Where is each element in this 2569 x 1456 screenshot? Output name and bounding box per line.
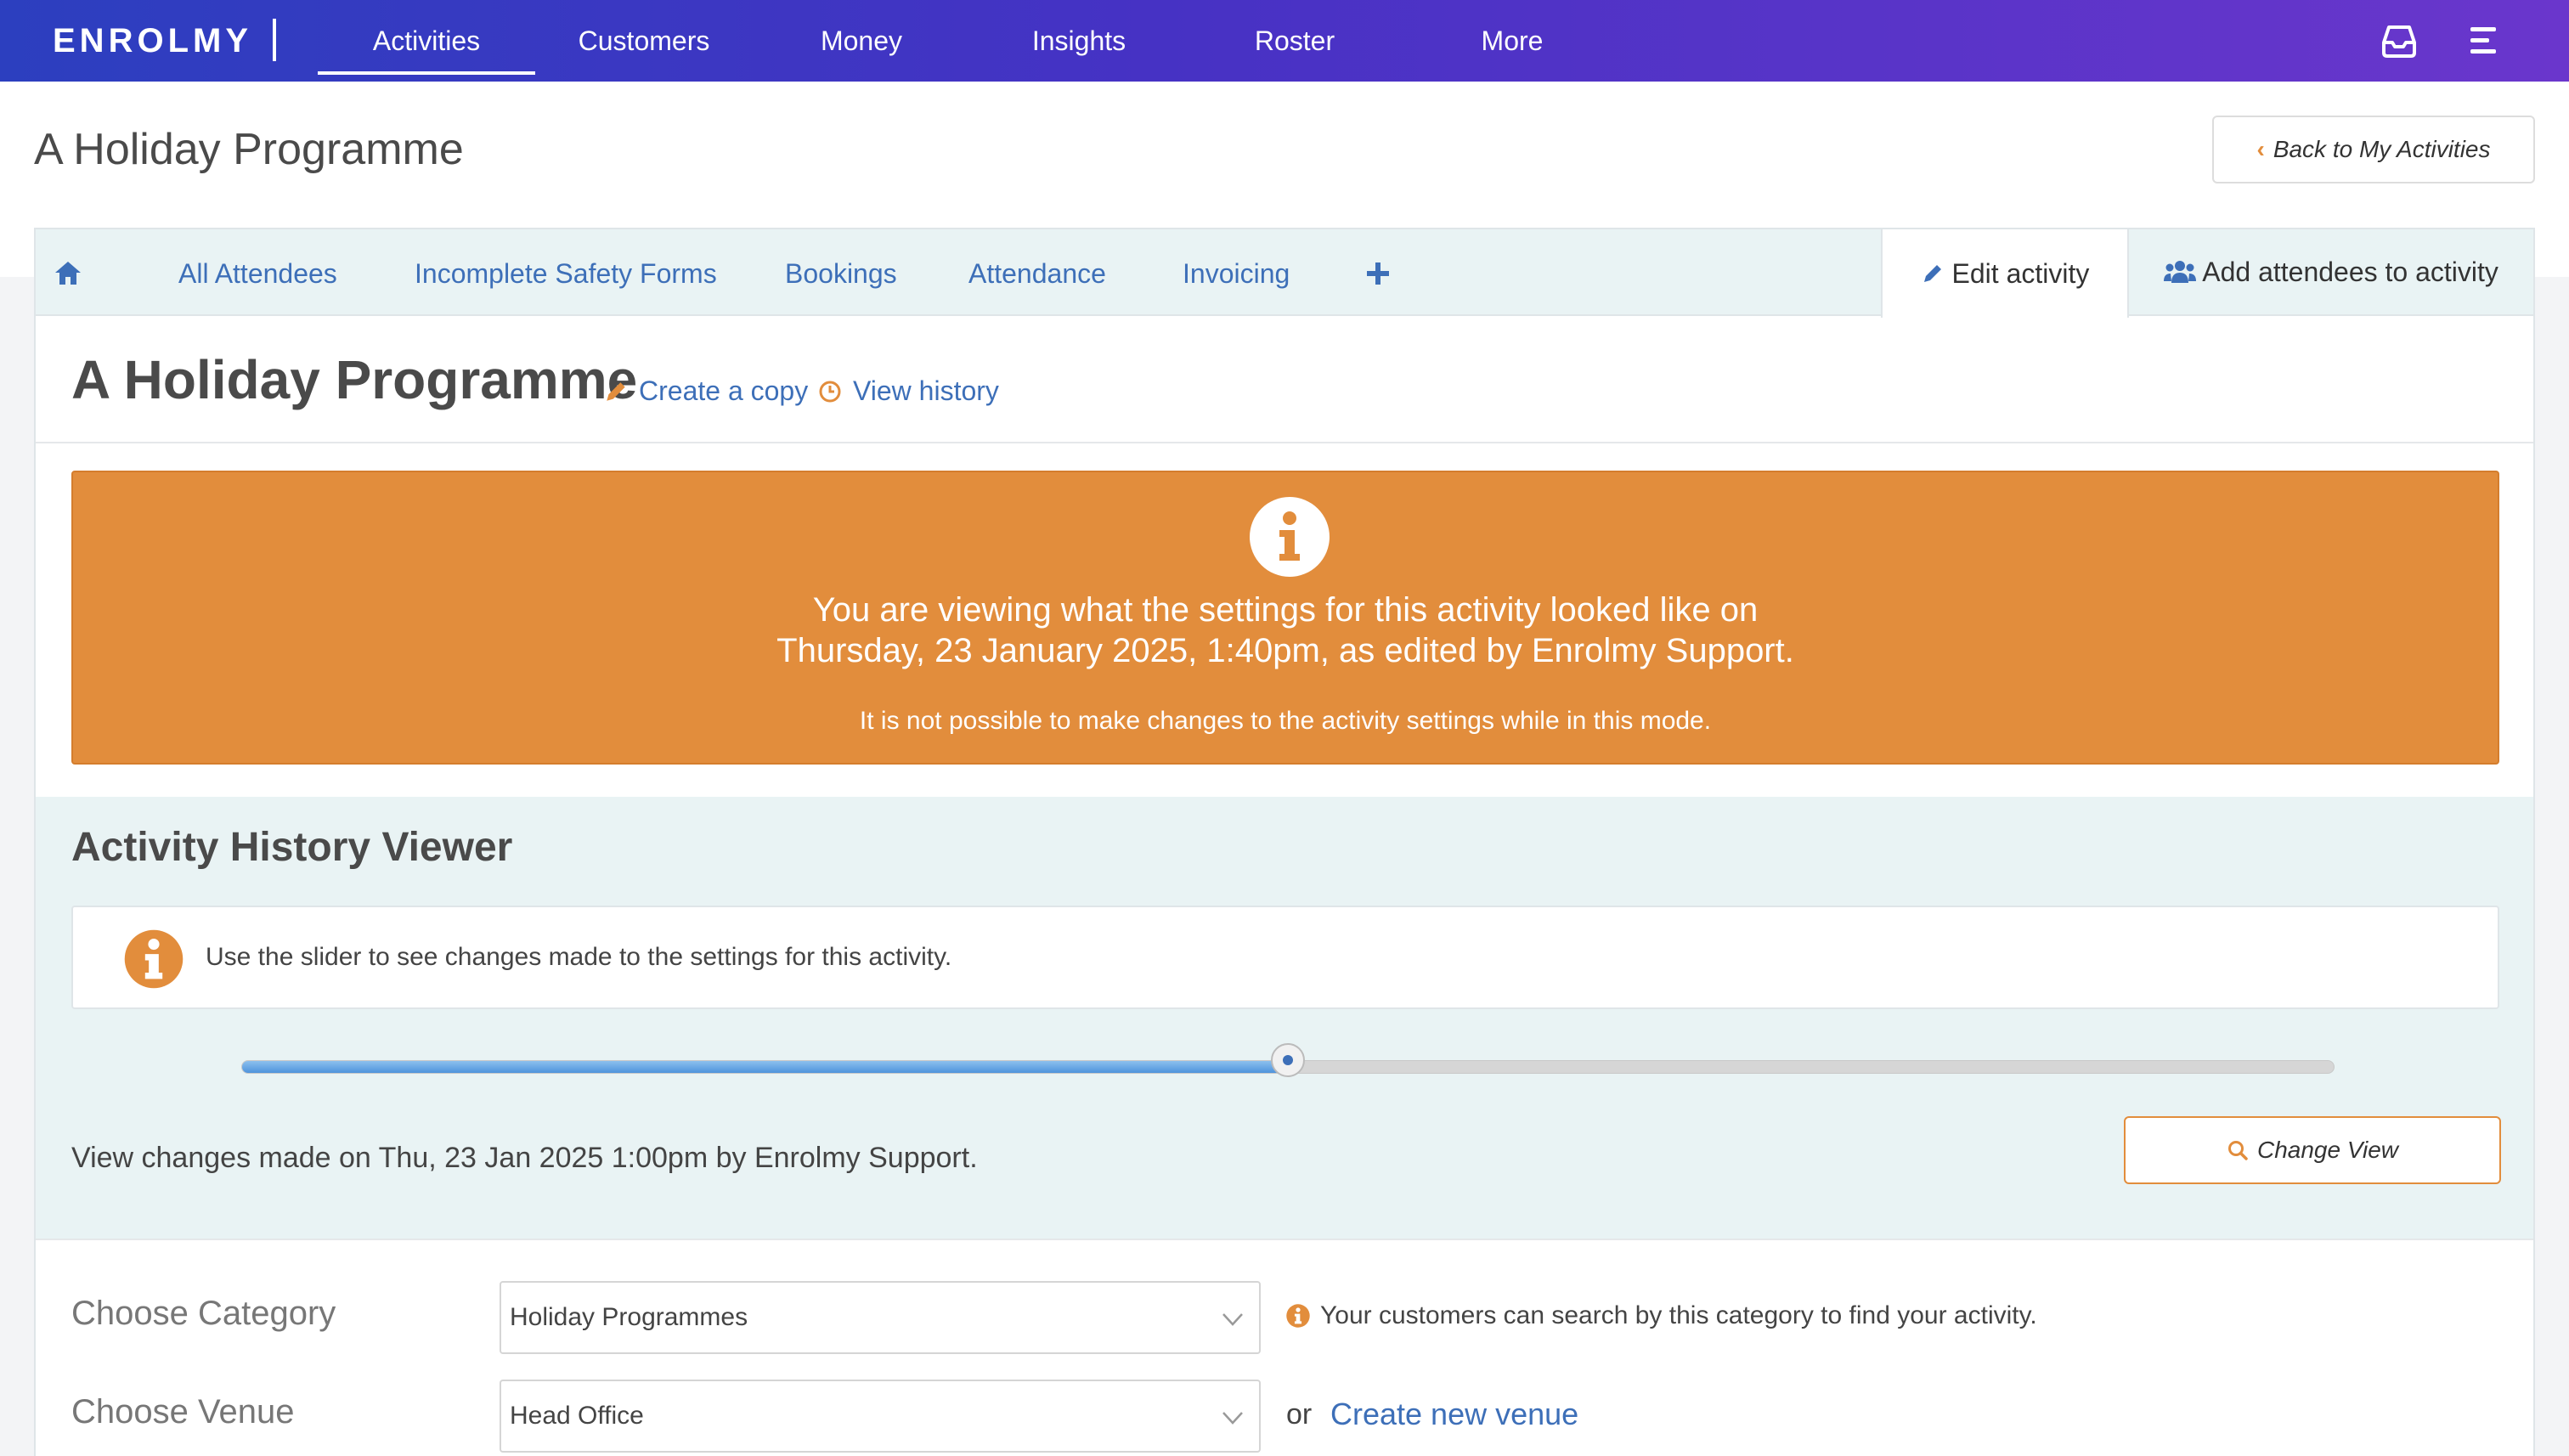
tab-all-attendees[interactable]: All Attendees (178, 229, 337, 316)
activity-panel: All Attendees Incomplete Safety Forms Bo… (34, 228, 2535, 1456)
top-nav-bar: ENROLMY Activities Customers Money Insig… (0, 0, 2569, 82)
venue-select[interactable]: Head Office (500, 1380, 1261, 1453)
menu-icon[interactable] (2464, 20, 2504, 61)
clock-icon (819, 381, 841, 402)
view-history-label: View history (853, 375, 999, 406)
create-new-venue-link[interactable]: Create new venue (1330, 1397, 1578, 1432)
back-to-activities-button[interactable]: ‹ Back to My Activities (2212, 116, 2535, 183)
history-slider-fill (242, 1061, 1289, 1073)
category-selected-value: Holiday Programmes (510, 1303, 748, 1331)
category-hint: Your customers can search by this catego… (1286, 1301, 2037, 1330)
history-viewer-title: Activity History Viewer (71, 825, 513, 870)
info-icon (1286, 1304, 1310, 1328)
logo-divider (273, 19, 276, 61)
chevron-down-icon (1222, 1412, 1243, 1425)
category-select[interactable]: Holiday Programmes (500, 1281, 1261, 1354)
alert-message-line-2: Thursday, 23 January 2025, 1:40pm, as ed… (776, 632, 1794, 669)
category-label: Choose Category (71, 1295, 336, 1332)
nav-insights[interactable]: Insights (982, 0, 1176, 82)
tab-add-attendees[interactable]: Add attendees to activity (2129, 228, 2533, 316)
info-icon (1250, 497, 1330, 577)
history-slider-handle[interactable] (1271, 1043, 1305, 1077)
pencil-icon (607, 381, 625, 401)
tab-invoicing[interactable]: Invoicing (1183, 229, 1290, 316)
change-view-button[interactable]: Change View (2124, 1116, 2501, 1184)
history-mode-alert: You are viewing what the settings for th… (71, 471, 2499, 765)
category-hint-text: Your customers can search by this catego… (1320, 1301, 2037, 1329)
chevron-down-icon (1222, 1313, 1243, 1326)
users-icon (2164, 261, 2197, 283)
chevron-left-icon: ‹ (2256, 136, 2265, 162)
activity-history-viewer: Activity History Viewer Use the slider t… (36, 797, 2533, 1239)
enrolmy-logo[interactable]: ENROLMY (53, 22, 252, 60)
home-icon[interactable] (53, 258, 83, 289)
plus-icon[interactable] (1364, 260, 1392, 287)
activity-title: A Holiday Programme (71, 349, 638, 410)
create-copy-label: Create a copy (639, 375, 809, 406)
tab-edit-activity-label: Edit activity (1951, 258, 2090, 289)
title-divider (36, 442, 2533, 443)
nav-more[interactable]: More (1415, 0, 1609, 82)
form-divider (36, 1239, 2533, 1240)
back-button-label: Back to My Activities (2273, 136, 2491, 162)
activity-tabs: All Attendees Incomplete Safety Forms Bo… (36, 228, 2533, 318)
tab-bookings[interactable]: Bookings (785, 229, 897, 316)
history-info-text: Use the slider to see changes made to th… (206, 943, 952, 971)
pencil-icon (1923, 265, 1941, 282)
tab-incomplete-safety-forms[interactable]: Incomplete Safety Forms (415, 229, 717, 316)
nav-money[interactable]: Money (765, 0, 958, 82)
venue-label: Choose Venue (71, 1393, 295, 1431)
history-change-summary: View changes made on Thu, 23 Jan 2025 1:… (71, 1142, 978, 1174)
search-icon (2227, 1141, 2248, 1160)
alert-message-line-1: You are viewing what the settings for th… (812, 591, 1759, 629)
nav-customers[interactable]: Customers (544, 0, 744, 82)
change-view-label: Change View (2256, 1137, 2399, 1163)
info-icon (124, 929, 184, 989)
inbox-icon[interactable] (2379, 20, 2419, 61)
view-history-link[interactable]: View history (817, 375, 999, 407)
tab-add-attendees-label: Add attendees to activity (2202, 257, 2498, 287)
alert-message-line-3: It is not possible to make changes to th… (859, 707, 1712, 735)
create-copy-link[interactable]: Create a copy (603, 375, 808, 407)
tab-edit-activity[interactable]: Edit activity (1881, 228, 2129, 318)
nav-activities[interactable]: Activities (318, 0, 535, 82)
page-title: A Holiday Programme (34, 125, 464, 174)
nav-roster[interactable]: Roster (1198, 0, 1392, 82)
venue-or-text: or (1286, 1398, 1313, 1431)
tab-attendance[interactable]: Attendance (968, 229, 1106, 316)
venue-selected-value: Head Office (510, 1402, 644, 1430)
history-info-box: Use the slider to see changes made to th… (71, 906, 2499, 1009)
